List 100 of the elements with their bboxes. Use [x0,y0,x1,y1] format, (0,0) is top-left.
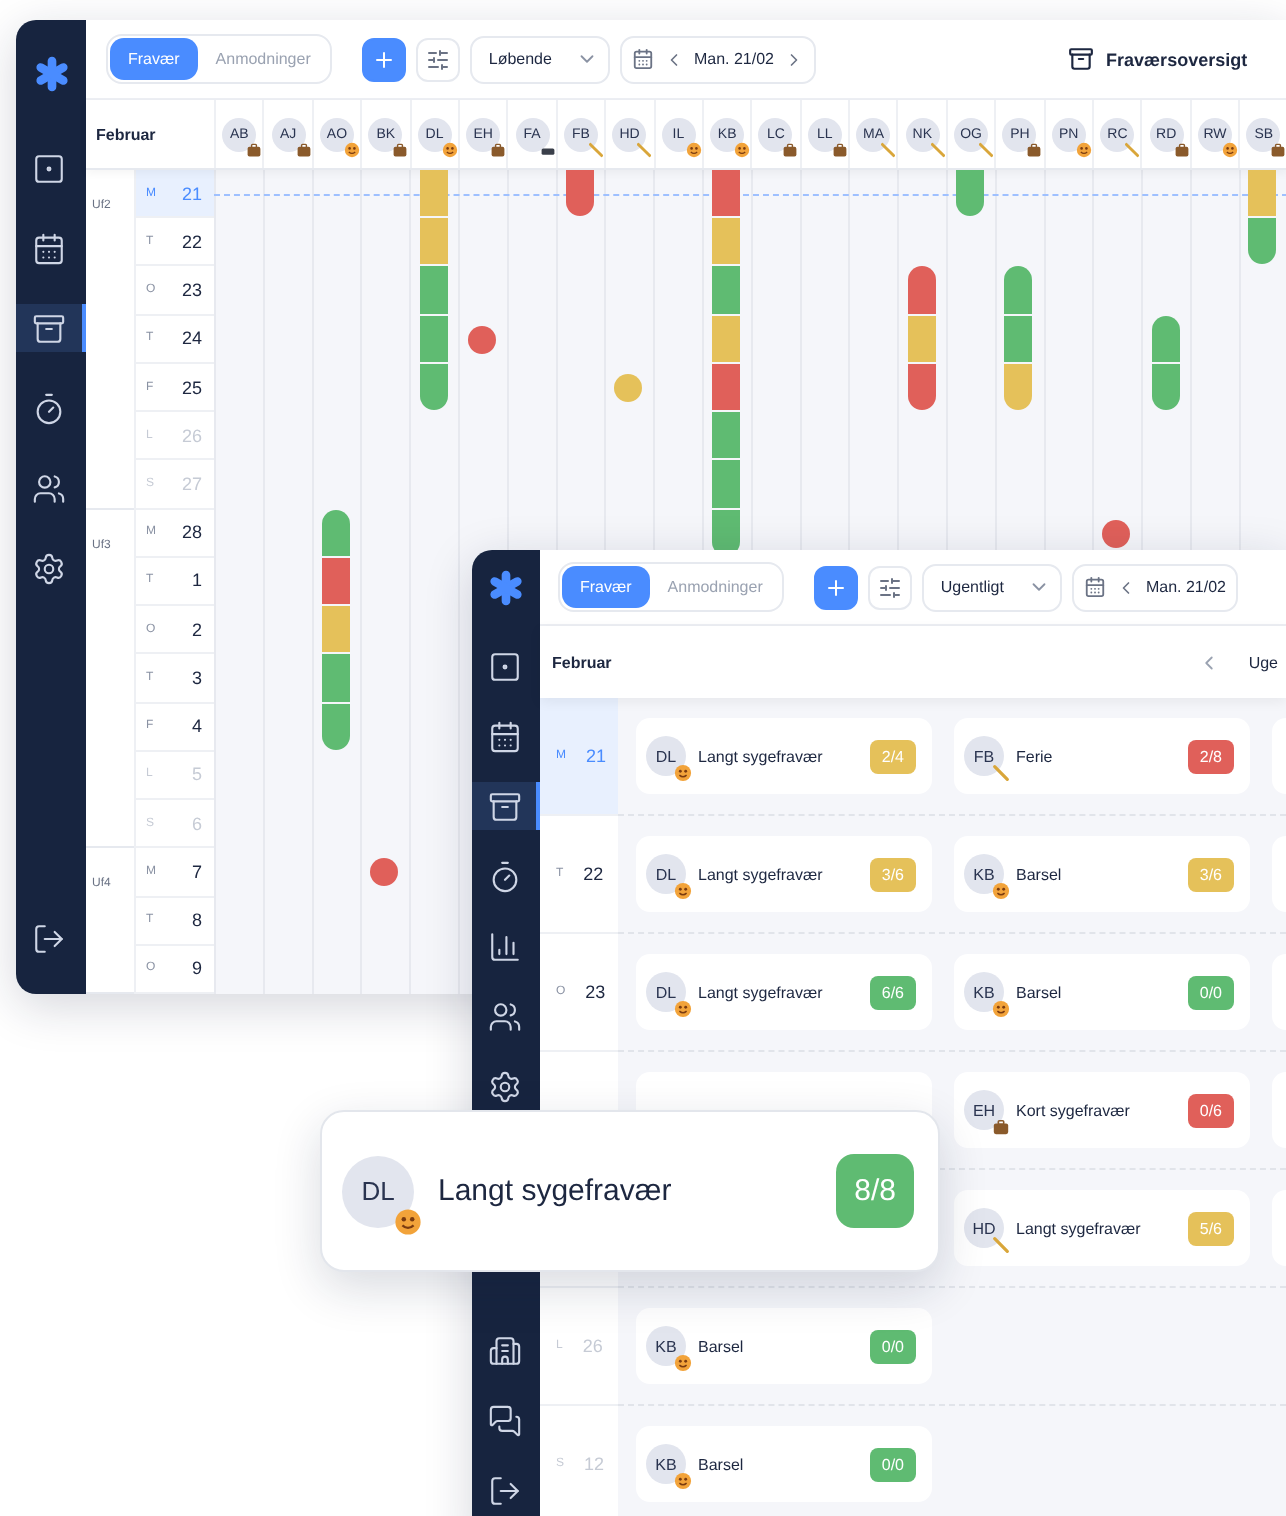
absence-bar-segment[interactable] [712,460,741,508]
pencil-icon [880,141,897,157]
absence-bar-segment[interactable] [712,363,741,411]
absence-bar-segment[interactable] [321,654,350,702]
absence-bar-segment[interactable] [907,266,936,314]
absence-card[interactable]: KB Barsel 0/0 [636,1426,932,1502]
absence-bar-segment[interactable] [419,315,448,362]
bag-icon [295,141,312,157]
avatar: FB [964,736,1004,776]
absence-dot[interactable] [614,374,643,403]
absence-bar-segment[interactable] [956,170,985,217]
absence-bar-segment[interactable] [712,170,741,217]
absence-type: Barsel [698,1455,746,1473]
plus-icon [372,47,397,71]
filter-button[interactable] [868,565,913,609]
settings-icon [487,1069,521,1103]
avatar: HD [964,1208,1004,1248]
absence-dot[interactable] [370,858,399,887]
count-badge: 5/6 [1187,1211,1234,1245]
sidebar-item[interactable] [472,782,540,830]
smiley-icon [441,141,458,157]
week-label: Uge [1248,653,1278,671]
absence-bar-segment[interactable] [1004,315,1033,362]
absence-type: Langt sygefravær [438,1174,674,1208]
absence-bar-segment[interactable] [907,363,936,411]
month-label: Februar [96,125,156,143]
absence-bar-segment[interactable] [321,509,350,556]
absence-type: Ferie [1016,747,1055,765]
absence-type: Barsel [1016,865,1064,883]
absence-dot[interactable] [1102,519,1131,548]
pencil-icon [929,141,946,157]
users-icon [32,471,66,505]
absence-dot[interactable] [468,325,497,354]
absence-card[interactable]: KB Barsel 3/6 [954,836,1250,912]
date-picker[interactable]: Man. 21/02 [619,35,816,83]
logout-icon [32,921,66,955]
avatar: KB [646,1444,686,1484]
bag-icon [1270,141,1286,157]
bag-icon [246,141,263,157]
count-badge: 0/0 [869,1447,916,1481]
count-badge: 0/0 [869,1329,916,1363]
filter-button[interactable] [416,37,461,81]
avatar: DL [342,1155,414,1227]
absence-bar-segment[interactable] [1004,266,1033,314]
calendar-icon [1083,576,1106,598]
smiley-icon [674,764,692,782]
absence-card[interactable]: DL Langt sygefravær 2/4 [636,718,932,794]
count-badge: 3/6 [1187,857,1234,891]
bar-chart-icon [487,929,521,963]
count-badge: 0/0 [1187,975,1234,1009]
pencil-icon [978,141,995,157]
absence-bar-segment[interactable] [1248,218,1277,265]
bag-icon [831,141,848,157]
smiley-icon [992,1000,1010,1018]
absence-bar-segment[interactable] [712,266,741,314]
smiley-icon [674,1472,692,1490]
count-badge: 8/8 [836,1154,914,1228]
chat-icon [487,1403,521,1437]
absence-card[interactable]: KB Barsel 0/0 [954,954,1250,1030]
avatar: DL [646,736,686,776]
timer-icon [32,391,66,425]
absence-card[interactable]: DL Langt sygefravær 6/6 [636,954,932,1030]
absence-bar-segment[interactable] [565,170,594,217]
sliders-icon [426,47,451,71]
absence-card[interactable]: KB Barsel 0/0 [636,1308,932,1384]
bag-icon [1026,141,1043,157]
avatar: EH [964,1090,1004,1130]
add-button[interactable] [362,37,407,81]
absence-card[interactable]: EH Kort sygefravær 0/6 [954,1072,1250,1148]
period-dropdown[interactable]: Løbende [470,35,610,83]
absence-bar-segment[interactable] [419,266,448,314]
count-badge: 2/4 [869,739,916,773]
page-title: Fraværsoversigt [1106,49,1248,69]
sidebar-item[interactable] [16,304,86,352]
smiley-icon [674,1000,692,1018]
absence-bar-segment[interactable] [712,412,741,459]
smiley-icon [1075,141,1092,157]
bag-icon [782,141,799,157]
avatar: KB [964,854,1004,894]
count-badge: 6/6 [869,975,916,1009]
absence-bar-segment[interactable] [321,557,350,605]
calendar-icon [487,719,521,753]
absence-type: Barsel [698,1337,746,1355]
absence-bar-segment[interactable] [1151,315,1180,362]
absence-card[interactable]: FB Ferie 2/8 [954,718,1250,794]
absence-card[interactable]: HD Langt sygefravær 5/6 [954,1190,1250,1266]
calendar-icon [631,48,654,70]
absence-bar-segment[interactable] [712,509,741,556]
absence-bar-segment[interactable] [321,703,350,750]
date-picker[interactable]: Man. 21/02 [1071,563,1238,611]
pencil-icon [636,141,653,157]
avatar: KB [646,1326,686,1366]
absence-bar-segment[interactable] [1151,363,1180,411]
absence-card[interactable]: DL Langt sygefravær 3/6 [636,836,932,912]
absence-bar-segment[interactable] [419,363,448,411]
building-icon [487,1333,521,1367]
count-badge: 0/6 [1187,1093,1234,1127]
bag-icon [992,1118,1010,1136]
period-dropdown[interactable]: Ugentligt [922,563,1062,611]
add-button[interactable] [814,565,859,609]
